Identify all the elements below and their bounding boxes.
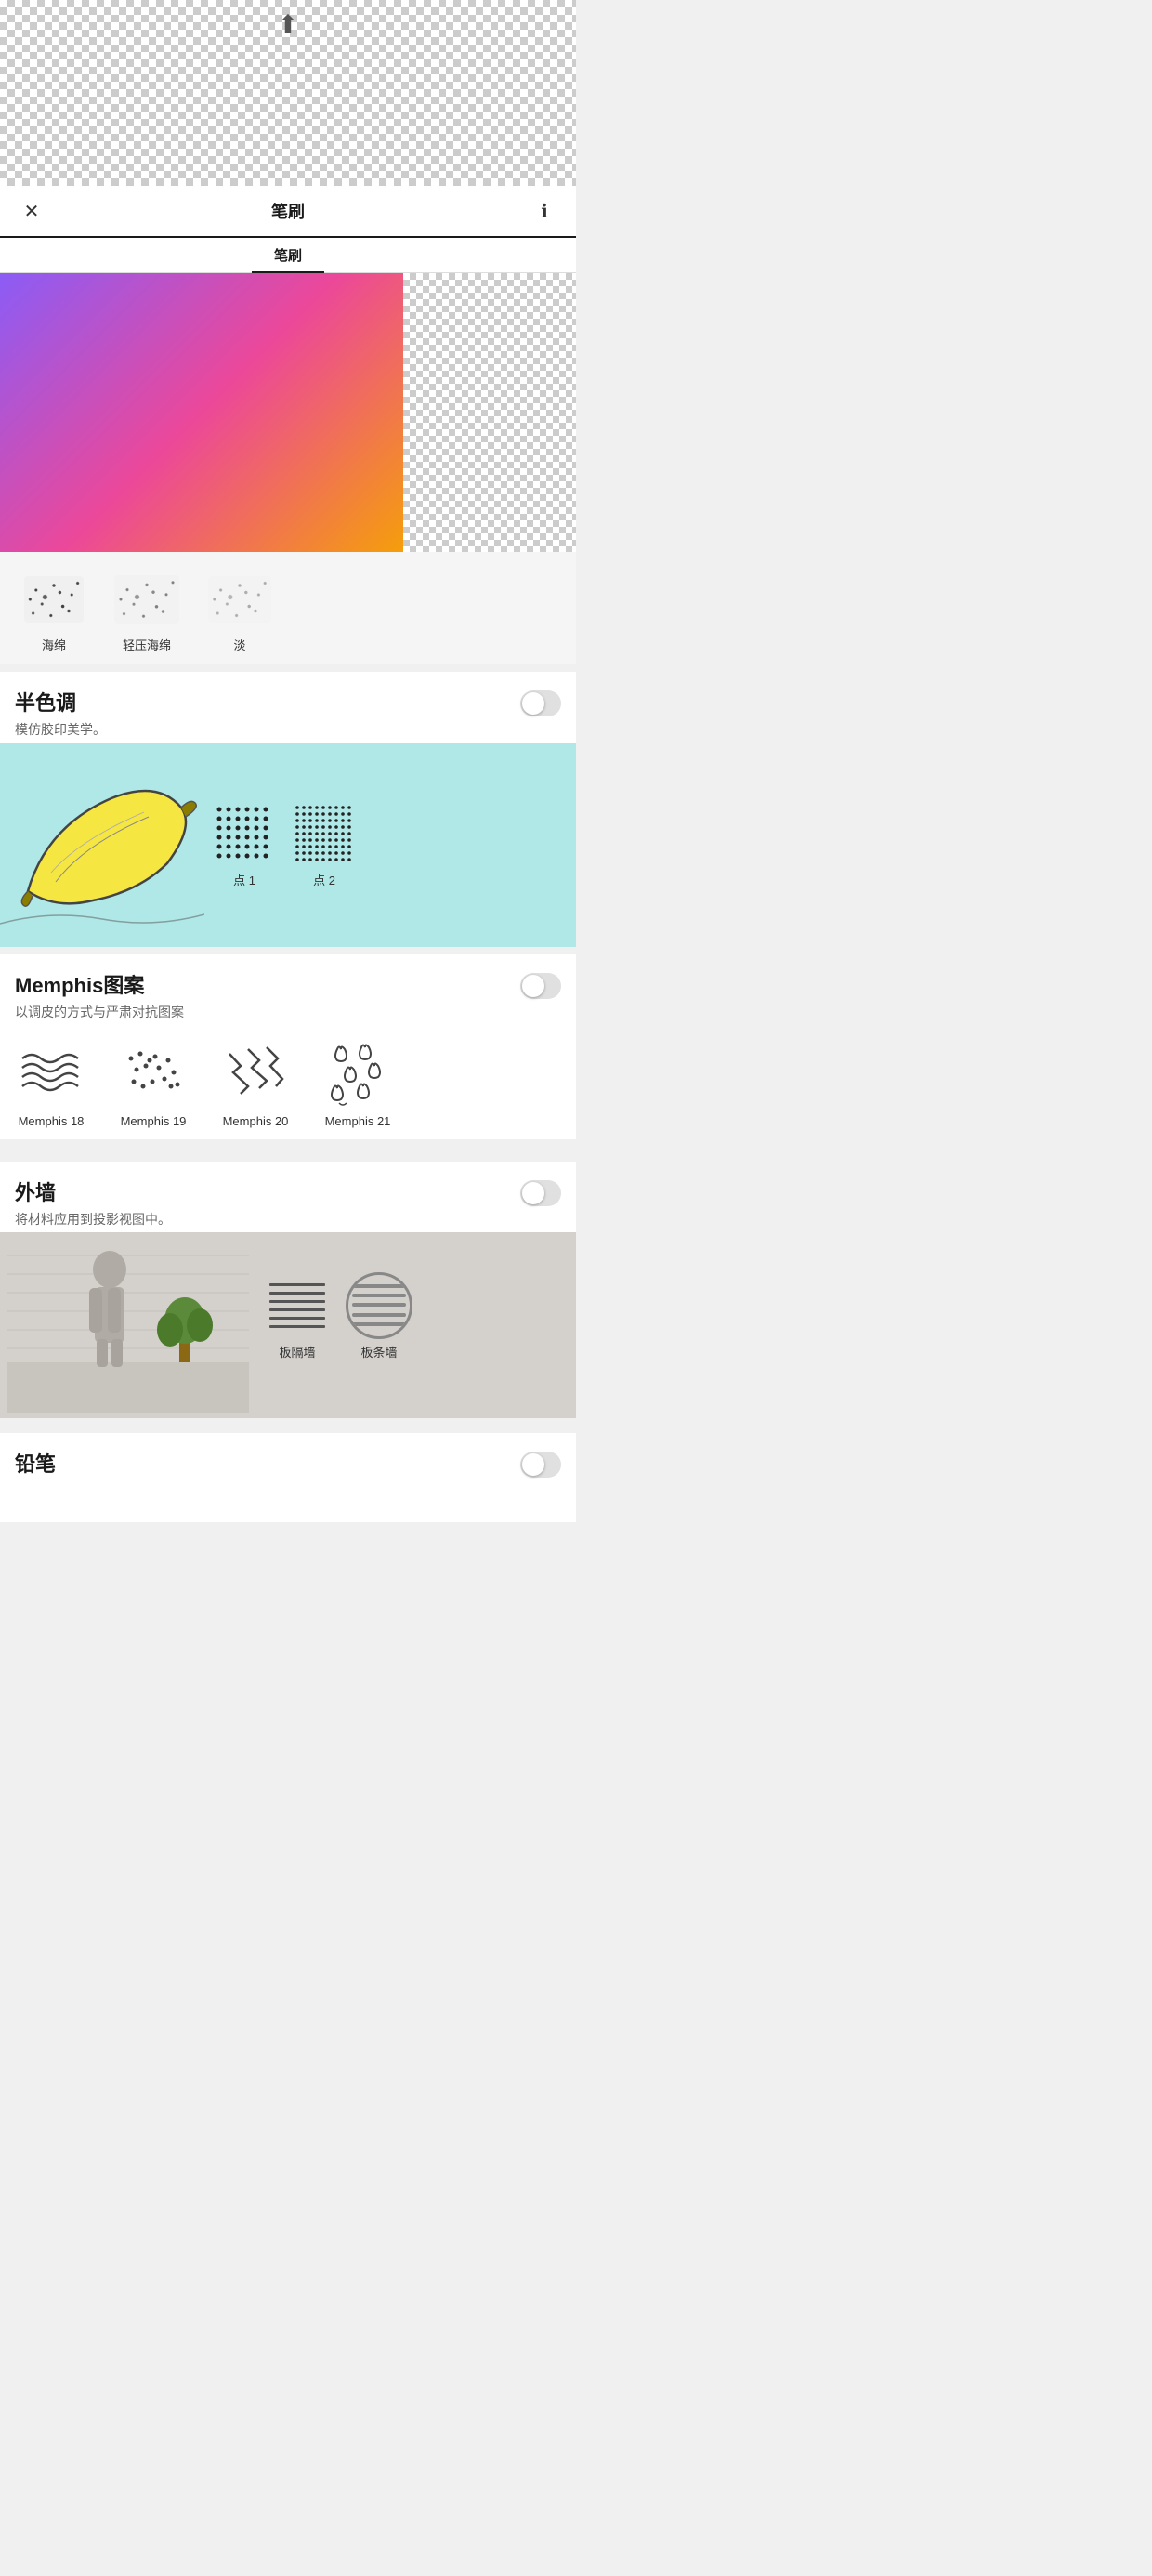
sponge1-thumb <box>21 567 86 632</box>
brush-gradient-preview <box>0 273 403 552</box>
divider-2 <box>0 947 576 954</box>
sponge2-thumb <box>114 567 179 632</box>
partition-label: 板隔墙 <box>279 1343 315 1360</box>
outer-wall-title: 外墙 <box>15 1176 520 1206</box>
slat-thumb <box>346 1272 412 1339</box>
partition-brush-container: 板隔墙 <box>264 1272 331 1360</box>
partition-thumb <box>264 1272 331 1339</box>
tab-brushes[interactable]: 笔刷 <box>252 238 324 272</box>
halftone-title: 半色调 <box>15 687 520 716</box>
outer-wall-subtitle: 将材料应用到投影视图中。 <box>15 1210 520 1229</box>
memphis19-label: Memphis 19 <box>121 1114 187 1128</box>
outer-wall-section-header: 外墙 将材料应用到投影视图中。 <box>0 1162 576 1232</box>
partition-lines <box>269 1278 325 1334</box>
dot1-preview-svg <box>212 802 277 867</box>
outer-wall-preview: 板隔墙 板条墙 <box>0 1232 576 1418</box>
pencil-section-header: 铅笔 <box>0 1433 576 1485</box>
outer-wall-toggle[interactable] <box>520 1180 561 1206</box>
toolbar-title: 笔刷 <box>271 199 305 223</box>
memphis21-label: Memphis 21 <box>325 1114 391 1128</box>
memphis19-thumb <box>116 1036 190 1111</box>
arrow-up-icon: ⬆ <box>277 9 298 40</box>
memphis20-label: Memphis 20 <box>223 1114 289 1128</box>
dot2-label: 点 2 <box>313 871 335 888</box>
memphis18-label: Memphis 18 <box>19 1114 85 1128</box>
memphis-brush-scroll[interactable]: Memphis 18 Memphis <box>0 1025 576 1139</box>
divider-1 <box>0 664 576 672</box>
pencil-section-info: 铅笔 <box>15 1448 520 1481</box>
outer-wall-section-info: 外墙 将材料应用到投影视图中。 <box>15 1176 520 1229</box>
memphis-toggle[interactable] <box>520 973 561 999</box>
sponge2-label: 轻压海绵 <box>123 636 171 653</box>
memphis-subtitle: 以调皮的方式与严肃对抗图案 <box>15 1003 520 1021</box>
dot2-preview-container: 点 2 <box>292 802 357 888</box>
banana-drawing <box>0 752 204 938</box>
memphis21-thumb <box>321 1036 395 1111</box>
slat-brush-container: 板条墙 <box>346 1272 412 1360</box>
toolbar: ✕ 笔刷 ℹ <box>0 186 576 238</box>
memphis-section-header: Memphis图案 以调皮的方式与严肃对抗图案 <box>0 954 576 1025</box>
sponge-brush-scroll[interactable]: 海绵 轻压海绵 淡 <box>0 552 576 664</box>
brush-item-memphis20[interactable]: Memphis 20 <box>204 1032 307 1132</box>
divider-3 <box>0 1139 576 1162</box>
pencil-toggle[interactable] <box>520 1452 561 1478</box>
tab-bar: 笔刷 <box>0 238 576 273</box>
halftone-toggle[interactable] <box>520 690 561 716</box>
sponge-brush-row: 海绵 轻压海绵 淡 <box>0 563 294 657</box>
outer-wall-svg <box>7 1237 249 1413</box>
brush-item-memphis21[interactable]: Memphis 21 <box>307 1032 409 1132</box>
memphis20-thumb <box>218 1036 293 1111</box>
pencil-bottom-spacer <box>0 1485 576 1522</box>
sponge3-label: 淡 <box>233 636 245 653</box>
canvas-area: ⬆ <box>0 0 576 186</box>
dot2-preview-svg <box>292 802 357 867</box>
sponge1-label: 海绵 <box>42 636 66 653</box>
dot1-label: 点 1 <box>233 871 255 888</box>
brush-checker-preview <box>403 273 576 552</box>
brush-item-memphis18[interactable]: Memphis 18 <box>0 1032 102 1132</box>
brush-item-sponge3[interactable]: 淡 <box>193 563 286 657</box>
dot1-preview-container: 点 1 <box>212 802 277 888</box>
sponge3-thumb <box>207 567 272 632</box>
outer-wall-scene: 板隔墙 板条墙 <box>0 1232 576 1418</box>
sponge-preview-area <box>0 273 576 552</box>
pencil-title: 铅笔 <box>15 1448 520 1478</box>
brush-item-memphis19[interactable]: Memphis 19 <box>102 1032 204 1132</box>
memphis-section-info: Memphis图案 以调皮的方式与严肃对抗图案 <box>15 969 520 1021</box>
slat-label: 板条墙 <box>360 1343 397 1360</box>
info-button[interactable]: ℹ <box>528 194 561 228</box>
halftone-section-header: 半色调 模仿胶印美学。 <box>0 672 576 743</box>
close-button[interactable]: ✕ <box>15 194 48 228</box>
memphis-title: Memphis图案 <box>15 969 520 999</box>
halftone-preview: 点 1 <box>0 743 576 947</box>
brush-item-sponge1[interactable]: 海绵 <box>7 563 100 657</box>
halftone-section-info: 半色调 模仿胶印美学。 <box>15 687 520 739</box>
memphis18-thumb <box>14 1036 88 1111</box>
divider-4 <box>0 1418 576 1433</box>
halftone-subtitle: 模仿胶印美学。 <box>15 720 520 739</box>
brush-item-sponge2[interactable]: 轻压海绵 <box>100 563 193 657</box>
